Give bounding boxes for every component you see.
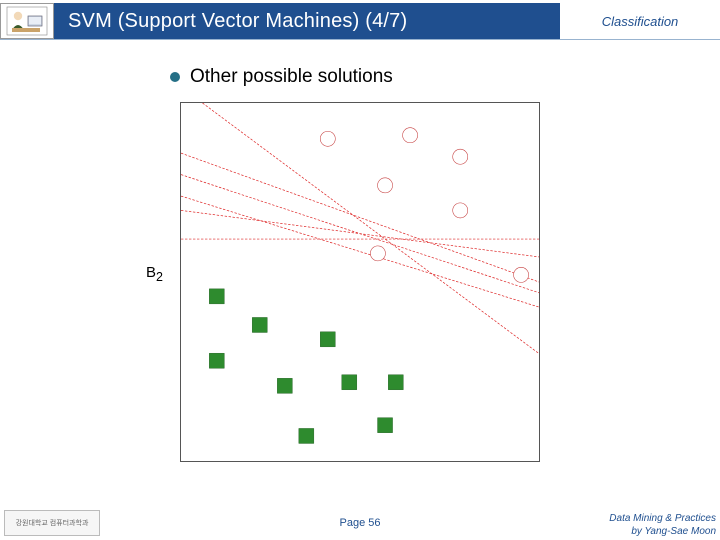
bullet-item: Other possible solutions <box>170 66 393 88</box>
slide-footer: 강원대학교 컴퓨터과학과 Page 56 Data Mining & Pract… <box>0 506 720 540</box>
slide-section-label: Classification <box>560 3 720 39</box>
bullet-icon <box>170 72 180 82</box>
bullet-text: Other possible solutions <box>190 66 393 88</box>
slide-header: SVM (Support Vector Machines) (4/7) Clas… <box>0 3 720 39</box>
plot-canvas <box>181 103 539 461</box>
credit-line-1: Data Mining & Practices <box>609 513 716 526</box>
slide-title: SVM (Support Vector Machines) (4/7) <box>54 3 560 39</box>
footer-credit: Data Mining & Practices by Yang-Sae Moon <box>609 513 716 538</box>
credit-line-2: by Yang-Sae Moon <box>609 526 716 539</box>
header-illustration-icon <box>0 3 54 39</box>
header-divider <box>0 39 720 40</box>
y-axis-label: B2 <box>146 264 163 284</box>
svm-plot: B2 <box>180 102 540 462</box>
footer-logo: 강원대학교 컴퓨터과학과 <box>4 510 100 536</box>
slide-content: Other possible solutions B2 <box>0 60 720 506</box>
page-number: Page 56 <box>340 517 381 529</box>
plot-frame <box>180 102 540 462</box>
